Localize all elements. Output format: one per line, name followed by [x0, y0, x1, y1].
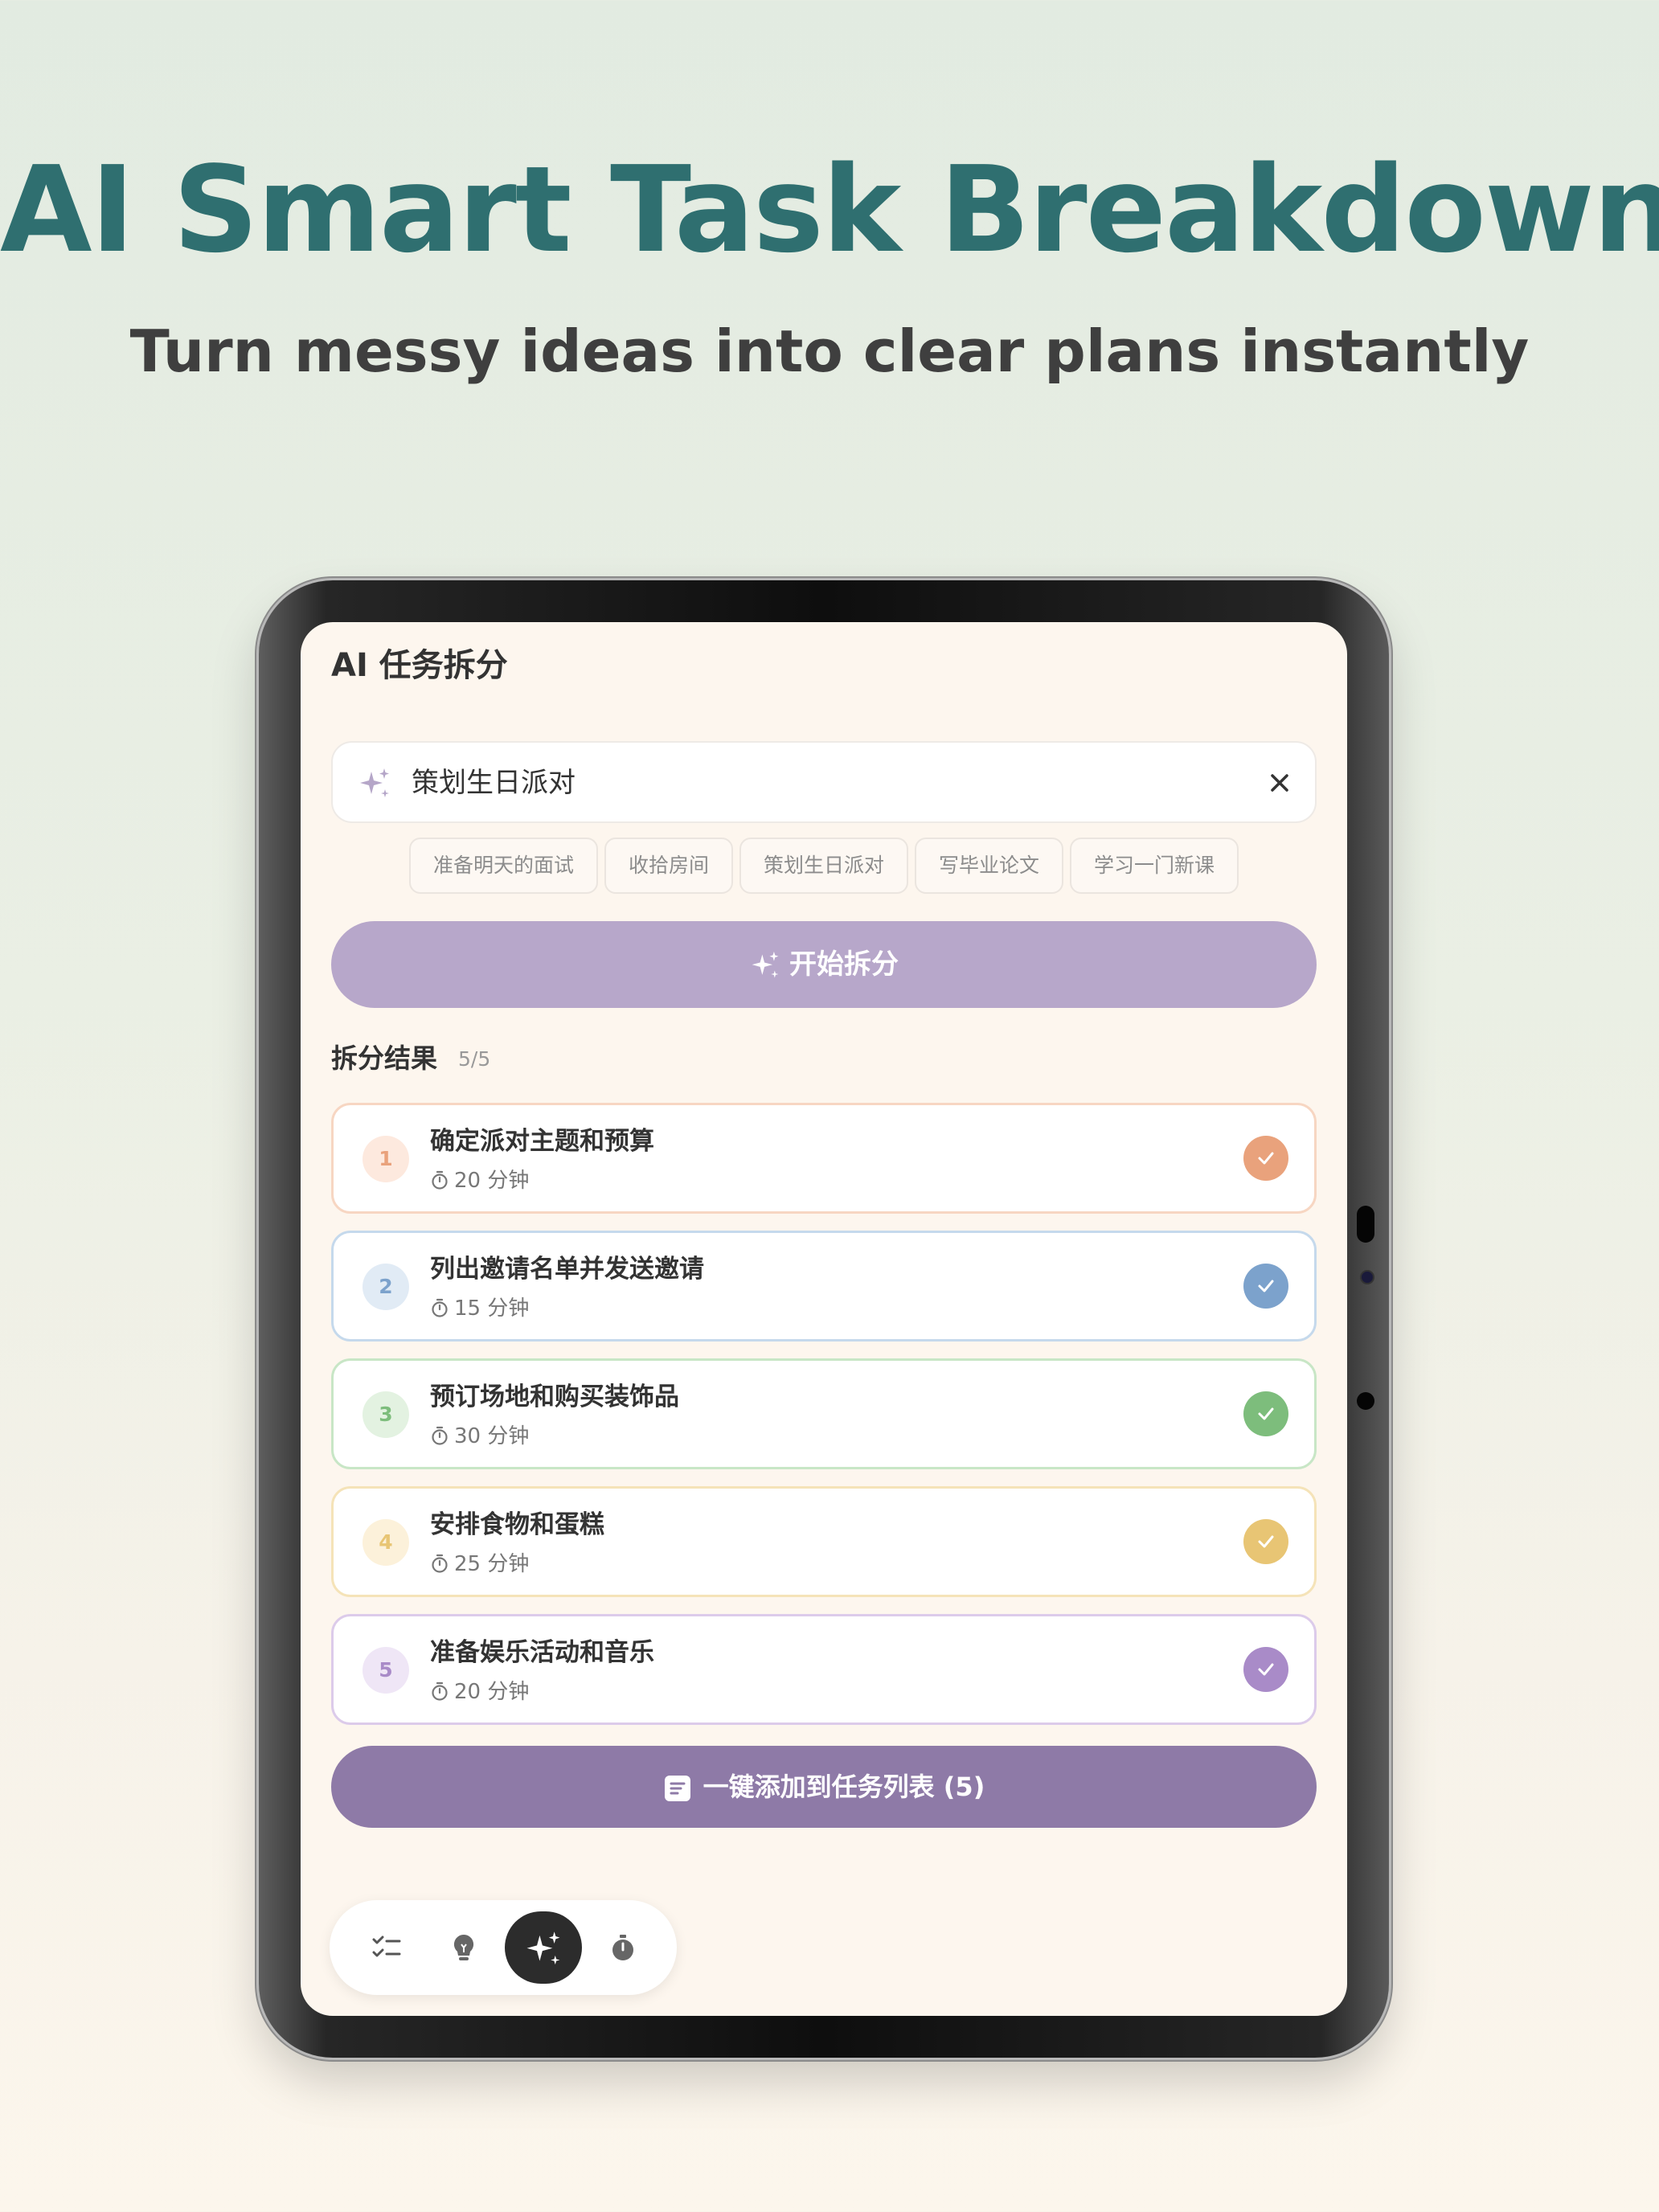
task-duration: 20 分钟 — [430, 1165, 529, 1197]
results-count: 5/5 — [458, 1047, 491, 1071]
task-duration: 30 分钟 — [430, 1420, 529, 1452]
sensor-dot — [1357, 1392, 1374, 1410]
task-check-button[interactable] — [1243, 1136, 1288, 1181]
task-row[interactable]: 5 准备娱乐活动和音乐 20 分钟 — [331, 1614, 1317, 1725]
task-title: 安排食物和蛋糕 — [430, 1510, 604, 1539]
task-number: 5 — [363, 1647, 409, 1694]
task-duration-value: 20 分钟 — [454, 1169, 530, 1193]
check-icon — [1258, 1663, 1274, 1676]
subheadline: Turn messy ideas into clear plans instan… — [129, 317, 1530, 385]
nav-ai-breakdown[interactable] — [505, 1911, 582, 1984]
task-check-button[interactable] — [1243, 1519, 1288, 1564]
suggestion-chips: 准备明天的面试 收拾房间 策划生日派对 写毕业论文 学习一门新课 — [301, 838, 1347, 894]
task-check-button[interactable] — [1243, 1647, 1288, 1692]
headline: AI Smart Task Breakdown — [0, 141, 1659, 279]
task-duration: 25 分钟 — [430, 1548, 529, 1580]
task-duration: 20 分钟 — [430, 1676, 529, 1708]
lightbulb-icon — [453, 1934, 474, 1960]
sparkle-icon — [360, 768, 389, 797]
task-input-value: 策划生日派对 — [412, 767, 576, 799]
nav-tasks[interactable] — [350, 1911, 423, 1984]
suggestion-chip[interactable]: 收拾房间 — [604, 838, 733, 894]
sparkle-icon — [526, 1931, 560, 1965]
add-to-list-label: 一键添加到任务列表 (5) — [703, 1772, 985, 1802]
task-check-button[interactable] — [1243, 1264, 1288, 1309]
timer-icon — [612, 1935, 633, 1960]
start-breakdown-label: 开始拆分 — [789, 948, 899, 981]
tablet-frame: AI 任务拆分 策划生日派对 准备明天的面试 收拾房间 策划生日派对 写毕业论文 学习一… — [259, 580, 1389, 2058]
nav-ideas[interactable] — [428, 1911, 500, 1984]
task-title: 确定派对主题和预算 — [430, 1127, 654, 1156]
sparkle-icon — [752, 951, 779, 978]
bottom-nav — [330, 1900, 677, 1995]
suggestion-chip[interactable]: 学习一门新课 — [1070, 838, 1239, 894]
task-row[interactable]: 3 预订场地和购买装饰品 30 分钟 — [331, 1358, 1317, 1469]
task-row[interactable]: 4 安排食物和蛋糕 25 分钟 — [331, 1486, 1317, 1597]
camera-pill — [1357, 1206, 1374, 1243]
suggestion-chip[interactable]: 写毕业论文 — [915, 838, 1064, 894]
timer-icon — [432, 1554, 448, 1573]
add-to-list-button[interactable]: 一键添加到任务列表 (5) — [331, 1746, 1317, 1828]
task-number: 1 — [363, 1136, 409, 1182]
start-breakdown-button[interactable]: 开始拆分 — [331, 921, 1317, 1008]
task-title: 列出邀请名单并发送邀请 — [430, 1255, 704, 1284]
task-duration: 15 分钟 — [430, 1292, 529, 1325]
check-icon — [1258, 1152, 1274, 1165]
timer-icon — [432, 1682, 448, 1701]
check-icon — [1258, 1280, 1274, 1292]
task-number: 2 — [363, 1264, 409, 1310]
task-check-button[interactable] — [1243, 1391, 1288, 1436]
checklist-icon — [372, 1936, 401, 1957]
task-duration-value: 30 分钟 — [454, 1424, 530, 1448]
timer-icon — [432, 1426, 448, 1445]
task-duration-value: 25 分钟 — [454, 1552, 530, 1576]
task-row[interactable]: 2 列出邀请名单并发送邀请 15 分钟 — [331, 1231, 1317, 1342]
suggestion-chip[interactable]: 策划生日派对 — [739, 838, 908, 894]
close-icon[interactable] — [1262, 765, 1297, 801]
nav-timer[interactable] — [587, 1911, 659, 1984]
task-title: 准备娱乐活动和音乐 — [430, 1638, 654, 1667]
task-row[interactable]: 1 确定派对主题和预算 20 分钟 — [331, 1103, 1317, 1214]
camera-lens — [1360, 1270, 1374, 1284]
page-title: AI 任务拆分 — [331, 647, 508, 684]
list-icon — [664, 1776, 690, 1801]
task-duration-value: 15 分钟 — [454, 1296, 530, 1321]
task-number: 4 — [363, 1519, 409, 1566]
task-input[interactable]: 策划生日派对 — [331, 741, 1317, 823]
results-title: 拆分结果 — [331, 1043, 437, 1074]
check-icon — [1258, 1407, 1274, 1420]
timer-icon — [432, 1170, 448, 1190]
task-duration-value: 20 分钟 — [454, 1680, 530, 1704]
check-icon — [1258, 1535, 1274, 1548]
task-title: 预订场地和购买装饰品 — [430, 1382, 679, 1411]
timer-icon — [432, 1298, 448, 1317]
app-screen: AI 任务拆分 策划生日派对 准备明天的面试 收拾房间 策划生日派对 写毕业论文 学习一… — [301, 622, 1347, 2016]
task-number: 3 — [363, 1391, 409, 1438]
suggestion-chip[interactable]: 准备明天的面试 — [408, 838, 598, 894]
